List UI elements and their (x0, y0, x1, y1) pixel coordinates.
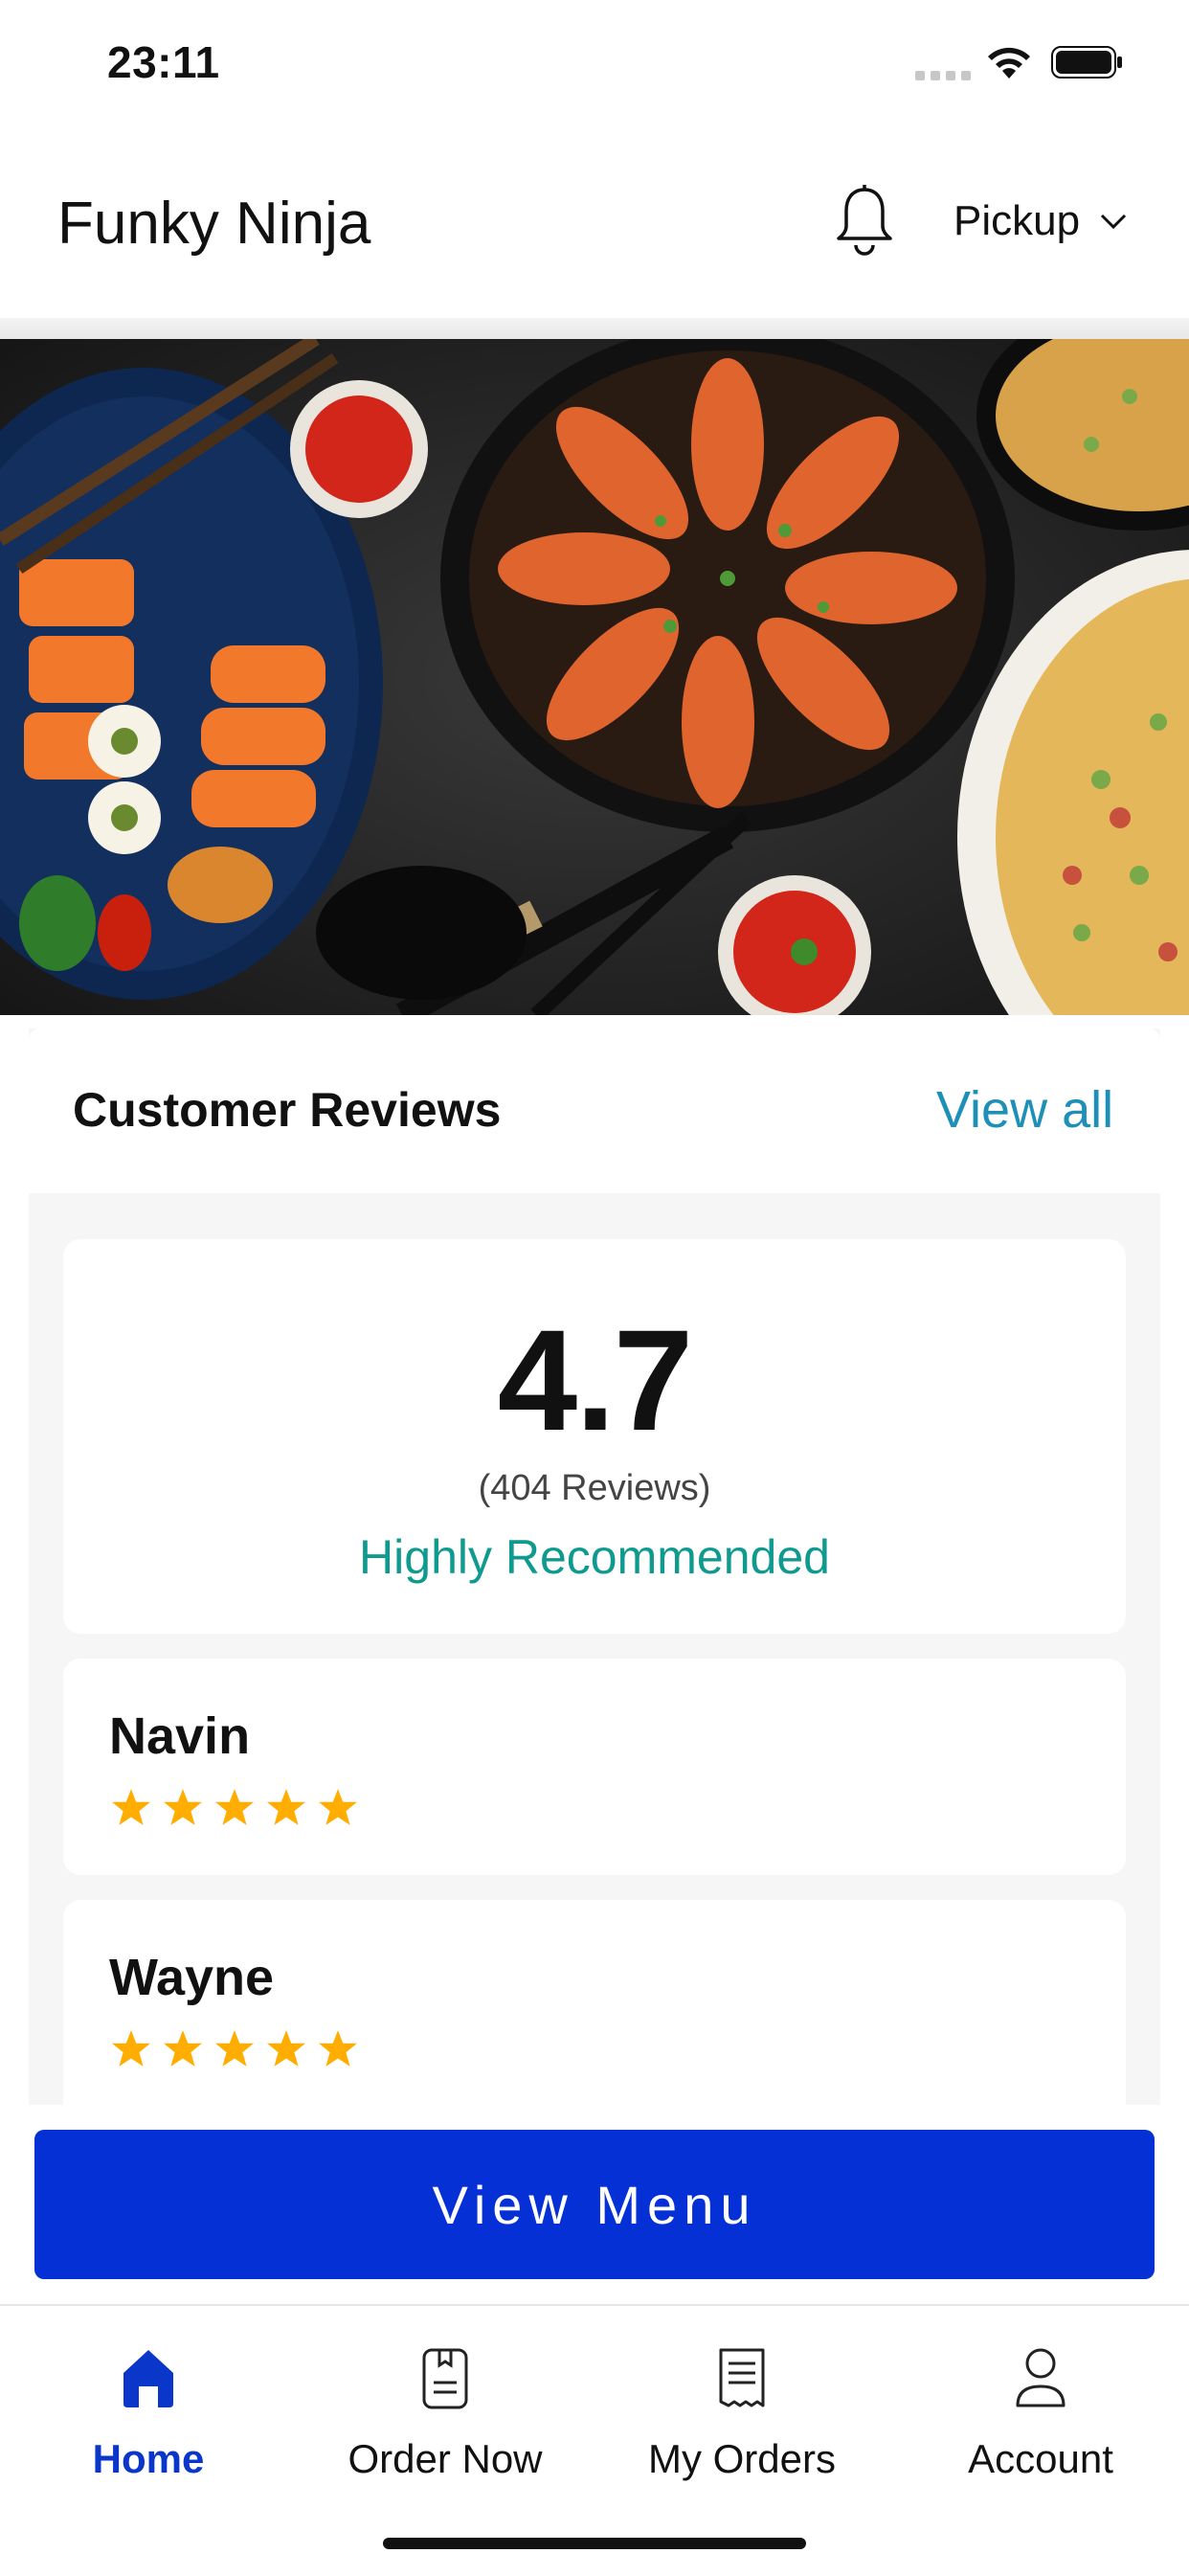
account-icon (1016, 2348, 1066, 2407)
cellular-signal-icon (915, 71, 971, 80)
tab-my-orders[interactable]: My Orders (594, 2344, 890, 2482)
star-icon (164, 1789, 202, 1825)
tab-order-now[interactable]: Order Now (297, 2344, 594, 2482)
receipt-icon (719, 2348, 765, 2407)
home-indicator[interactable] (383, 2538, 806, 2549)
average-rating: 4.7 (497, 1299, 694, 1460)
order-mode-selector[interactable]: Pickup (953, 197, 1128, 245)
tab-label: Home (92, 2436, 205, 2481)
review-count: (404 Reviews) (478, 1468, 711, 1508)
view-menu-button[interactable]: View Menu (34, 2130, 1155, 2279)
order-mode-label: Pickup (953, 197, 1081, 244)
app-title: Funky Ninja (57, 191, 371, 257)
hero-food-image (0, 339, 1189, 1015)
tab-label: Order Now (348, 2436, 543, 2481)
star-icon (215, 1789, 254, 1825)
reviews-title: Customer Reviews (73, 1083, 502, 1137)
star-icon (112, 1789, 150, 1825)
view-all-reviews-link[interactable]: View all (936, 1080, 1113, 1140)
star-rating (111, 2028, 358, 2068)
star-icon (267, 1789, 305, 1825)
tab-home[interactable]: Home (0, 2344, 297, 2482)
notification-bell-icon[interactable] (833, 184, 896, 257)
reviewer-name: Wayne (109, 1949, 275, 2006)
star-icon (215, 2030, 254, 2067)
status-time: 23:11 (107, 37, 220, 87)
star-icon (319, 1789, 357, 1825)
tab-label: My Orders (647, 2436, 836, 2481)
review-card[interactable]: Navin (63, 1659, 1126, 1875)
wifi-icon (988, 47, 1030, 79)
header-divider (0, 318, 1189, 339)
chevron-down-icon (1101, 214, 1127, 230)
recommendation-label: Highly Recommended (359, 1530, 830, 1584)
star-icon (319, 2030, 357, 2067)
review-card[interactable]: Wayne (63, 1900, 1126, 2120)
star-icon (164, 2030, 202, 2067)
order-icon (422, 2348, 468, 2409)
tab-account[interactable]: Account (892, 2344, 1189, 2482)
star-rating (111, 1787, 358, 1827)
star-icon (267, 2030, 305, 2067)
tab-label: Account (968, 2436, 1113, 2481)
reviewer-name: Navin (109, 1707, 251, 1765)
home-icon (123, 2350, 173, 2407)
star-icon (112, 2030, 150, 2067)
battery-icon (1051, 46, 1122, 79)
